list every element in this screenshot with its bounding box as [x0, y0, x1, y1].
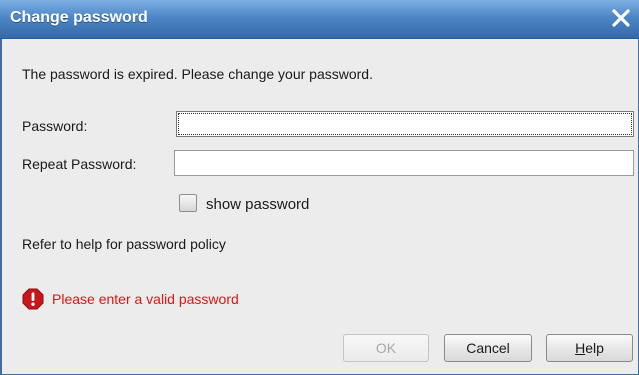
error-message: Please enter a valid password [52, 291, 239, 307]
password-label: Password: [22, 118, 88, 134]
repeat-password-input[interactable] [174, 150, 634, 176]
close-button[interactable] [608, 5, 634, 31]
ok-button[interactable]: OK [343, 334, 429, 362]
help-mnemonic: H [575, 340, 586, 356]
help-label-rest: elp [585, 340, 604, 356]
repeat-password-label: Repeat Password: [22, 156, 137, 172]
change-password-dialog: Change password The password is expired.… [0, 0, 639, 375]
expired-message: The password is expired. Please change y… [22, 66, 373, 82]
title-bar[interactable]: Change password [0, 0, 639, 39]
password-input[interactable] [176, 111, 634, 137]
show-password-label[interactable]: show password [206, 196, 309, 213]
dialog-title: Change password [10, 9, 148, 26]
show-password-checkbox[interactable] [179, 194, 197, 212]
error-icon [22, 288, 44, 310]
close-icon [612, 9, 630, 27]
password-policy-text: Refer to help for password policy [22, 236, 226, 252]
cancel-button[interactable]: Cancel [444, 334, 532, 362]
help-button[interactable]: Help [546, 334, 633, 362]
